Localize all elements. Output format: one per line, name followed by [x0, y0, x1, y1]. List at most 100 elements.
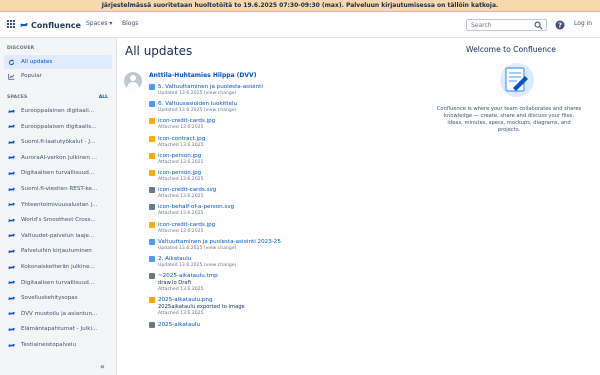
sidebar-space-label: Sovelluskehitysopas — [21, 295, 78, 302]
image-file-icon — [149, 152, 155, 159]
update-title-link[interactable]: icon-person.jpg — [158, 170, 201, 176]
update-item: icon-credit-cards.jpg Attached 13.6.2025 — [149, 221, 349, 235]
document-illustration-icon — [500, 63, 534, 97]
update-title-link[interactable]: Valtuuttaminen ja puolesta-asiointi 2023… — [158, 239, 281, 245]
sidebar-space-label: Digitaalisen turvallisuud... — [21, 170, 95, 177]
update-item: icon-contract.jpg Attached 13.6.2025 — [149, 135, 349, 149]
confluence-space-icon — [8, 187, 15, 191]
sidebar-item-popular[interactable]: Popular — [4, 69, 112, 83]
file-icon — [149, 321, 155, 328]
update-item: icon-person.jpg Attached 13.6.2025 — [149, 169, 349, 183]
confluence-space-icon — [8, 171, 15, 176]
sidebar-space-item[interactable]: Valtuudet-palvelun laaje... — [4, 229, 112, 243]
sidebar-space-item[interactable]: Suomi.fi-viestien REST-ke... — [4, 182, 112, 196]
file-icon — [149, 273, 155, 280]
avatar[interactable] — [124, 72, 142, 90]
sidebar-space-label: Kokonaisketterän julkine... — [21, 264, 95, 270]
sidebar-item-all-updates[interactable]: All updates — [4, 55, 112, 69]
confluence-logo-icon — [20, 22, 28, 28]
sidebar: DISCOVER All updates Popular SPACES ALL … — [0, 38, 117, 375]
sidebar-space-label: Suomi.fi-viestien REST-ke... — [21, 186, 98, 192]
update-meta: Attached 13.6.2025 — [158, 159, 204, 165]
update-item: 2025-aikataulu.png 2025aikataulu exported… — [149, 296, 349, 317]
sidebar-space-item[interactable]: Palveluihin kirjautuminen — [4, 244, 112, 258]
confluence-space-icon — [8, 202, 15, 207]
page-icon — [149, 101, 155, 108]
update-item: 5. Valtuuttaminen ja puolesta-asiointi Up… — [149, 83, 349, 97]
sidebar-space-item[interactable]: Yhteentoimivuusalustan j... — [4, 198, 112, 212]
blogs-link[interactable]: Blogs — [122, 20, 138, 27]
update-title-link[interactable]: 2025-aikataulu.png — [158, 297, 213, 303]
file-icon — [149, 204, 155, 211]
update-meta: Attached 13.6.2025 — [158, 177, 204, 182]
update-title-link[interactable]: 2025-aikataulu — [158, 322, 200, 328]
sidebar-space-label: DVV muotoilu ja asiantun... — [21, 310, 98, 317]
top-navigation: Confluence Spaces ▾ Blogs ? Log in — [0, 12, 600, 38]
sidebar-space-item[interactable]: Suomi.fi-laatutyökalut - J... — [4, 135, 112, 149]
author-name[interactable]: Anttila-Huhtamies Hilppa (DVV) — [149, 72, 256, 79]
spaces-menu[interactable]: Spaces ▾ — [86, 20, 112, 27]
sidebar-space-item[interactable]: Testiaineistopalvelu — [4, 338, 112, 352]
image-file-icon — [149, 170, 155, 176]
sidebar-space-item[interactable]: Eurooppalaisen digitaalis... — [4, 120, 112, 134]
maintenance-banner: Järjestelmässä suoritetaan huoltotöitä t… — [0, 0, 600, 12]
sidebar-space-label: Testiaineistopalvelu — [21, 342, 77, 348]
update-title-link[interactable]: 5. Valtuuttaminen ja puolesta-asiointi — [158, 84, 263, 90]
help-icon[interactable]: ? — [555, 20, 565, 30]
update-title-link[interactable]: 2. Aikataulu — [158, 256, 191, 262]
sidebar-space-item[interactable]: World's Smoothest Cross... — [4, 213, 112, 227]
update-item: Valtuuttaminen ja puolesta-asiointi 2023… — [149, 238, 349, 252]
logo-text: Confluence — [31, 20, 81, 30]
update-title-link[interactable]: icon-credit-cards.jpg — [158, 118, 215, 124]
confluence-space-icon — [8, 296, 15, 301]
discover-heading: DISCOVER — [7, 46, 35, 51]
update-title-link[interactable]: ~2025-aikataulu.tmp — [158, 273, 218, 279]
spaces-all-link[interactable]: ALL — [99, 95, 108, 100]
sidebar-space-label: Yhteentoimivuusalustan j... — [21, 201, 98, 208]
welcome-title: Welcome to Confluence — [466, 45, 556, 54]
refresh-icon — [8, 58, 15, 65]
search-icon[interactable] — [534, 21, 543, 30]
update-title-link[interactable]: icon-behalf-of-a-person.svg — [158, 204, 234, 210]
search-input[interactable] — [471, 20, 533, 30]
sidebar-space-item[interactable]: Kokonaisketterän julkine... — [4, 260, 112, 274]
collapse-sidebar-button[interactable]: « — [100, 362, 105, 371]
page-title: All updates — [125, 44, 193, 58]
sidebar-space-item[interactable]: Digitaalisen turvallisuud... — [4, 276, 112, 290]
confluence-space-icon — [8, 249, 15, 254]
update-meta: Attached 13.6.2025 — [158, 211, 204, 217]
update-title-link[interactable]: icon-contract.jpg — [158, 136, 205, 142]
confluence-space-icon — [8, 109, 15, 113]
confluence-logo[interactable]: Confluence — [20, 19, 81, 31]
sidebar-space-label: Palveluihin kirjautuminen — [21, 248, 92, 255]
image-file-icon — [149, 135, 155, 142]
update-title-link[interactable]: icon-credit-cards.jpg — [158, 222, 215, 228]
update-meta: Attached 13.6.2025 — [158, 194, 204, 200]
sidebar-space-item[interactable]: Digitaalisen turvallisuud... — [4, 166, 112, 180]
confluence-space-icon — [8, 343, 15, 347]
app-switcher-icon[interactable] — [7, 20, 15, 28]
search-box[interactable] — [466, 19, 547, 31]
sidebar-space-item[interactable]: Elämäntapahtumat - Julki... — [4, 322, 112, 336]
update-item: 2. Aikataulu Updated 13.6.2025 (view chan… — [149, 255, 349, 269]
svg-text:?: ? — [558, 22, 562, 30]
update-title-link[interactable]: icon-person.jpg — [158, 153, 201, 159]
update-item: ~2025-aikataulu.tmp draw.io Draft Attached… — [149, 272, 349, 293]
sidebar-space-item[interactable]: Eurooppalainen digitaali... — [4, 104, 112, 118]
sidebar-space-item[interactable]: Sovelluskehitysopas — [4, 291, 112, 305]
sidebar-space-item[interactable]: DVV muotoilu ja asiantun... — [4, 307, 112, 321]
sidebar-space-item[interactable]: AuroraAI-verkon julkinen ... — [4, 151, 112, 165]
update-item: icon-behalf-of-a-person.svg Attached 13.6… — [149, 203, 349, 217]
spaces-heading: SPACES — [7, 95, 28, 100]
sidebar-space-label: Digitaalisen turvallisuud... — [21, 279, 95, 286]
login-link[interactable]: Log in — [574, 20, 592, 27]
update-title-link[interactable]: icon-credit-cards.svg — [158, 187, 216, 193]
image-file-icon — [149, 221, 155, 228]
update-meta: Updated 13.6.2025 (view change) — [158, 245, 237, 251]
sidebar-space-label: World's Smoothest Cross... — [21, 217, 96, 224]
update-title-link[interactable]: 6. Valtuusasioiden luokittelu — [158, 101, 237, 107]
image-file-icon — [149, 297, 155, 304]
page-icon — [149, 256, 155, 262]
update-meta: Attached 13.6.2025 — [158, 142, 204, 148]
sidebar-space-label: AuroraAI-verkon julkinen ... — [21, 154, 97, 161]
